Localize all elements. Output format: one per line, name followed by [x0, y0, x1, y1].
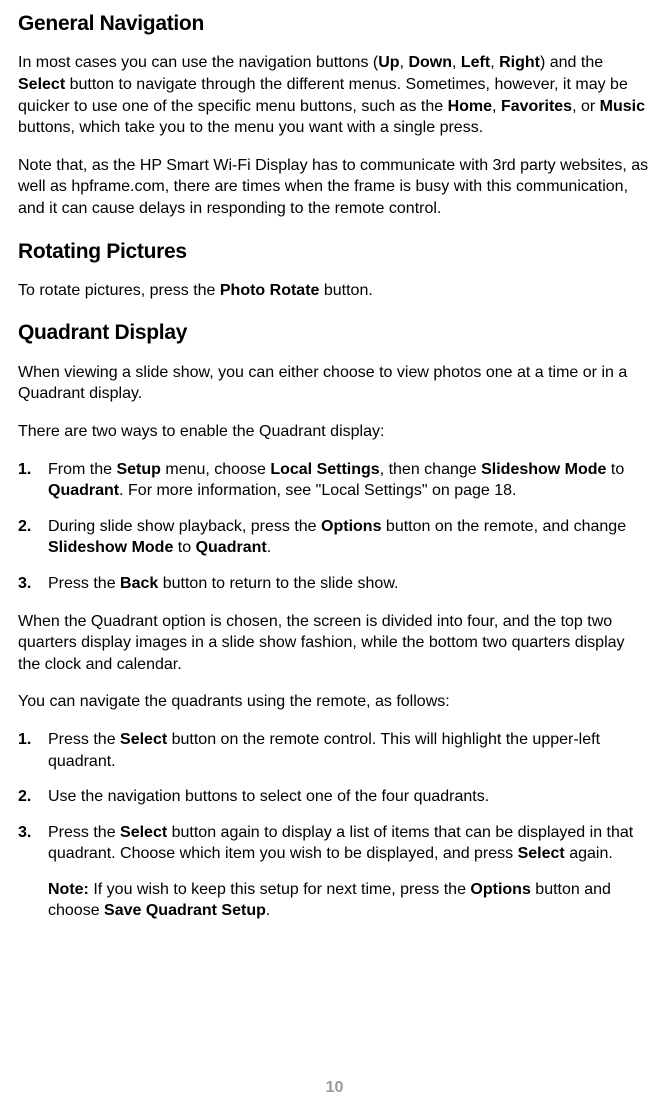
paragraph: In most cases you can use the navigation…	[18, 52, 651, 138]
text: Press the	[48, 575, 120, 592]
bold-quadrant: Quadrant	[196, 539, 267, 556]
text: .	[266, 902, 270, 919]
bold-select: Select	[120, 824, 167, 841]
text: to	[606, 461, 624, 478]
bold-note: Note:	[48, 881, 89, 898]
text: buttons, which take you to the menu you …	[18, 119, 483, 136]
list-item: From the Setup menu, choose Local Settin…	[18, 459, 651, 502]
page-number: 10	[0, 1077, 669, 1099]
paragraph: You can navigate the quadrants using the…	[18, 691, 651, 713]
paragraph: There are two ways to enable the Quadran…	[18, 421, 651, 443]
bold-right: Right	[499, 54, 540, 71]
heading-general-navigation: General Navigation	[18, 10, 651, 38]
text: If you wish to keep this setup for next …	[89, 881, 471, 898]
bold-select: Select	[18, 76, 65, 93]
text: From the	[48, 461, 116, 478]
bold-options: Options	[470, 881, 530, 898]
text: ,	[492, 98, 501, 115]
bold-down: Down	[408, 54, 452, 71]
bold-local-settings: Local Settings	[270, 461, 379, 478]
bold-slideshow-mode: Slideshow Mode	[48, 539, 173, 556]
bold-options: Options	[321, 518, 381, 535]
bold-up: Up	[378, 54, 399, 71]
text: menu, choose	[161, 461, 270, 478]
text: During slide show playback, press the	[48, 518, 321, 535]
text: button on the remote, and change	[381, 518, 626, 535]
paragraph: To rotate pictures, press the Photo Rota…	[18, 280, 651, 302]
bold-save-quadrant-setup: Save Quadrant Setup	[104, 902, 266, 919]
paragraph: When viewing a slide show, you can eithe…	[18, 362, 651, 405]
text: button to return to the slide show.	[158, 575, 398, 592]
bold-left: Left	[461, 54, 490, 71]
paragraph: Note that, as the HP Smart Wi-Fi Display…	[18, 155, 651, 220]
heading-quadrant-display: Quadrant Display	[18, 319, 651, 347]
text: Use the navigation buttons to select one…	[48, 788, 489, 805]
paragraph: When the Quadrant option is chosen, the …	[18, 611, 651, 676]
bold-favorites: Favorites	[501, 98, 572, 115]
text: ,	[490, 54, 499, 71]
bold-setup: Setup	[116, 461, 160, 478]
text: . For more information, see "Local Setti…	[119, 482, 516, 499]
text: to	[173, 539, 195, 556]
note: Note: If you wish to keep this setup for…	[48, 879, 651, 922]
list-item: Press the Select button again to display…	[18, 822, 651, 922]
heading-rotating-pictures: Rotating Pictures	[18, 238, 651, 266]
bold-home: Home	[448, 98, 492, 115]
bold-back: Back	[120, 575, 158, 592]
text: Press the	[48, 731, 120, 748]
list-item: Use the navigation buttons to select one…	[18, 786, 651, 808]
text: again.	[565, 845, 613, 862]
bold-slideshow-mode: Slideshow Mode	[481, 461, 606, 478]
text: ) and the	[540, 54, 603, 71]
text: ,	[452, 54, 461, 71]
text: , or	[572, 98, 600, 115]
list-item: Press the Back button to return to the s…	[18, 573, 651, 595]
bold-music: Music	[600, 98, 645, 115]
bold-select: Select	[518, 845, 565, 862]
text: In most cases you can use the navigation…	[18, 54, 378, 71]
text: Press the	[48, 824, 120, 841]
text: , then change	[380, 461, 481, 478]
ordered-list: From the Setup menu, choose Local Settin…	[18, 459, 651, 595]
list-item: During slide show playback, press the Op…	[18, 516, 651, 559]
text: To rotate pictures, press the	[18, 282, 220, 299]
bold-quadrant: Quadrant	[48, 482, 119, 499]
ordered-list: Press the Select button on the remote co…	[18, 729, 651, 922]
list-item: Press the Select button on the remote co…	[18, 729, 651, 772]
text: button.	[319, 282, 372, 299]
bold-select: Select	[120, 731, 167, 748]
text: .	[267, 539, 271, 556]
bold-photo-rotate: Photo Rotate	[220, 282, 320, 299]
